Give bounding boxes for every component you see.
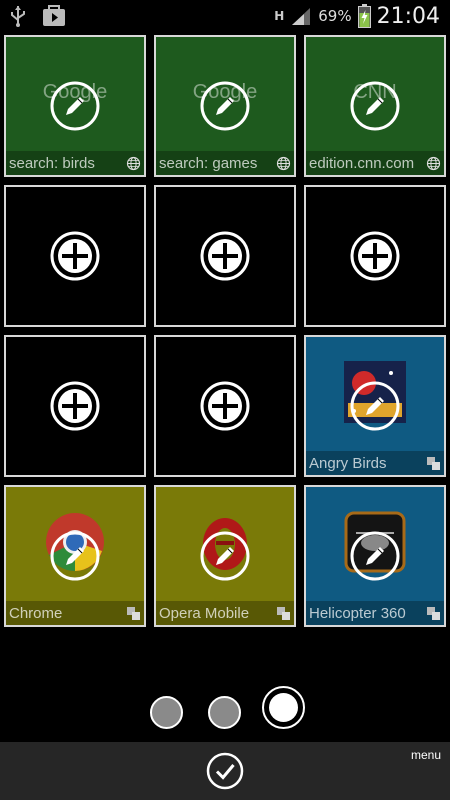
tile-label: Angry Birds bbox=[309, 455, 387, 472]
play-store-icon bbox=[43, 5, 65, 26]
status-bar: H 69% 21:04 bbox=[0, 0, 450, 32]
app-tile[interactable]: Angry Birds bbox=[304, 335, 446, 477]
edit-pencil-icon[interactable] bbox=[200, 531, 250, 581]
app-tile[interactable]: Helicopter 360 bbox=[304, 485, 446, 627]
edit-pencil-icon[interactable] bbox=[50, 531, 100, 581]
add-icon[interactable] bbox=[200, 231, 250, 281]
status-left bbox=[8, 4, 66, 28]
app-shortcut-icon bbox=[126, 606, 141, 621]
add-icon[interactable] bbox=[50, 231, 100, 281]
bookmark-tile[interactable]: CNN edition.cnn.com bbox=[304, 35, 446, 177]
add-icon[interactable] bbox=[350, 231, 400, 281]
empty-slot-tile[interactable] bbox=[4, 185, 146, 327]
usb-icon bbox=[11, 6, 25, 27]
app-shortcut-icon bbox=[276, 606, 291, 621]
tile-label: Chrome bbox=[9, 605, 63, 622]
network-type: H bbox=[274, 9, 285, 23]
tile-label: edition.cnn.com bbox=[309, 155, 415, 172]
empty-slot-tile[interactable] bbox=[4, 335, 146, 477]
confirm-check-icon[interactable] bbox=[206, 752, 244, 790]
app-shortcut-icon bbox=[426, 456, 441, 471]
page-dot-2[interactable] bbox=[208, 696, 241, 729]
edit-pencil-icon[interactable] bbox=[200, 81, 250, 131]
page-dot-3-current[interactable] bbox=[262, 686, 305, 729]
tile-label: search: games bbox=[159, 155, 258, 172]
bottom-bar: menu bbox=[0, 742, 450, 800]
clock: 21:04 bbox=[376, 3, 440, 29]
signal-icon bbox=[292, 8, 311, 25]
app-shortcut-icon bbox=[426, 606, 441, 621]
page-indicator bbox=[0, 686, 450, 730]
globe-icon bbox=[126, 156, 141, 171]
add-icon[interactable] bbox=[200, 381, 250, 431]
status-right: H 69% 21:04 bbox=[274, 0, 440, 32]
bookmark-tile[interactable]: Google search: games bbox=[154, 35, 296, 177]
empty-slot-tile[interactable] bbox=[154, 335, 296, 477]
tile-label: search: birds bbox=[9, 155, 95, 172]
edit-pencil-icon[interactable] bbox=[350, 381, 400, 431]
menu-button[interactable]: menu bbox=[411, 748, 441, 762]
page-dot-1[interactable] bbox=[150, 696, 183, 729]
add-icon[interactable] bbox=[50, 381, 100, 431]
battery-percent: 69% bbox=[318, 7, 352, 25]
tile-label: Opera Mobile bbox=[159, 605, 250, 622]
empty-slot-tile[interactable] bbox=[304, 185, 446, 327]
tile-label: Helicopter 360 bbox=[309, 605, 406, 622]
empty-slot-tile[interactable] bbox=[154, 185, 296, 327]
app-tile[interactable]: Opera Mobile bbox=[154, 485, 296, 627]
globe-icon bbox=[426, 156, 441, 171]
bookmark-tile[interactable]: Google search: birds bbox=[4, 35, 146, 177]
app-tile[interactable]: Chrome bbox=[4, 485, 146, 627]
globe-icon bbox=[276, 156, 291, 171]
edit-pencil-icon[interactable] bbox=[50, 81, 100, 131]
battery-charging-icon bbox=[357, 4, 371, 28]
edit-pencil-icon[interactable] bbox=[350, 81, 400, 131]
edit-pencil-icon[interactable] bbox=[350, 531, 400, 581]
